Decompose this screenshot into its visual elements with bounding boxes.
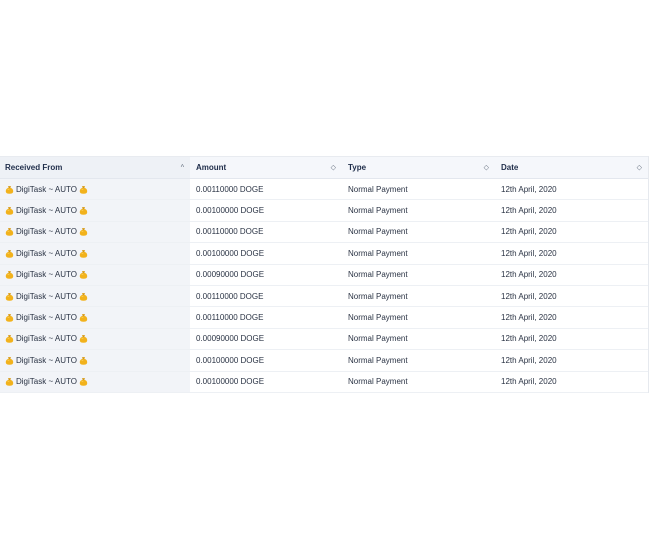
cell-type: Normal Payment xyxy=(342,264,495,286)
money-bag-icon xyxy=(5,206,14,215)
money-bag-icon xyxy=(5,227,14,237)
sort-updown-icon[interactable]: ◇ xyxy=(484,164,489,171)
cell-date: 12th April, 2020 xyxy=(495,264,648,286)
cell-amount: 0.00100000 DOGE xyxy=(190,349,342,372)
sender-name: DigiTask ~ AUTO xyxy=(16,355,77,365)
column-header-received-from[interactable]: Received From ^ xyxy=(0,156,190,179)
cell-date: 12th April, 2020 xyxy=(495,285,648,308)
cell-type: Normal Payment xyxy=(342,328,495,351)
cell-received-from: DigiTask ~ AUTO xyxy=(0,371,190,393)
sender-name: DigiTask ~ AUTO xyxy=(16,270,77,280)
money-bag-icon xyxy=(79,249,88,258)
sender-name: DigiTask ~ AUTO xyxy=(16,227,77,237)
cell-date: 12th April, 2020 xyxy=(495,221,648,244)
column-header-label: Type xyxy=(348,163,367,172)
sender-name: DigiTask ~ AUTO xyxy=(16,334,77,344)
sender-name: DigiTask ~ AUTO xyxy=(16,313,77,323)
money-bag-icon xyxy=(79,292,88,301)
cell-amount: 0.00100000 DOGE xyxy=(190,242,342,265)
table-row[interactable]: DigiTask ~ AUTO 0.00100000 DOGE Normal Pay… xyxy=(0,349,648,372)
table-row[interactable]: DigiTask ~ AUTO 0.00110000 DOGE Normal Pay… xyxy=(0,306,648,329)
money-bag-icon xyxy=(5,249,14,258)
cell-received-from: DigiTask ~ AUTO xyxy=(0,306,190,329)
sender-name: DigiTask ~ AUTO xyxy=(16,206,77,216)
cell-date: 12th April, 2020 xyxy=(495,349,648,372)
money-bag-icon xyxy=(5,334,14,344)
cell-type: Normal Payment xyxy=(342,199,495,222)
cell-received-from: DigiTask ~ AUTO xyxy=(0,328,190,351)
column-header-label: Amount xyxy=(196,163,227,172)
cell-date: 12th April, 2020 xyxy=(495,242,648,265)
cell-received-from: DigiTask ~ AUTO xyxy=(0,285,190,308)
column-header-date[interactable]: Date ◇ xyxy=(495,156,648,179)
sender-name: DigiTask ~ AUTO xyxy=(16,377,77,387)
cell-type: Normal Payment xyxy=(342,285,495,308)
cell-type: Normal Payment xyxy=(342,242,495,265)
table-row[interactable]: DigiTask ~ AUTO 0.00110000 DOGE Normal Pay… xyxy=(0,285,648,308)
money-bag-icon xyxy=(5,356,14,365)
cell-type: Normal Payment xyxy=(342,306,495,329)
column-header-type[interactable]: Type ◇ xyxy=(342,156,495,179)
table-row[interactable]: DigiTask ~ AUTO 0.00090000 DOGE Normal Pay… xyxy=(0,264,648,286)
column-header-amount[interactable]: Amount ◇ xyxy=(190,156,342,179)
money-bag-icon xyxy=(79,356,88,365)
cell-date: 12th April, 2020 xyxy=(495,178,648,201)
cell-received-from: DigiTask ~ AUTO xyxy=(0,178,190,201)
cell-date: 12th April, 2020 xyxy=(495,371,648,393)
cell-date: 12th April, 2020 xyxy=(495,306,648,329)
cell-received-from: DigiTask ~ AUTO xyxy=(0,199,190,222)
cell-type: Normal Payment xyxy=(342,221,495,244)
cell-amount: 0.00090000 DOGE xyxy=(190,264,342,286)
column-header-label: Received From xyxy=(5,163,63,172)
cell-amount: 0.00100000 DOGE xyxy=(190,371,342,393)
cell-received-from: DigiTask ~ AUTO xyxy=(0,349,190,372)
money-bag-icon xyxy=(79,334,88,344)
money-bag-icon xyxy=(79,313,88,322)
money-bag-icon xyxy=(79,377,88,386)
chevron-up-icon[interactable]: ^ xyxy=(181,164,184,171)
table-row[interactable]: DigiTask ~ AUTO 0.00090000 DOGE Normal Pay… xyxy=(0,328,648,351)
sort-updown-icon[interactable]: ◇ xyxy=(331,164,336,171)
cell-amount: 0.00110000 DOGE xyxy=(190,306,342,329)
table-body: DigiTask ~ AUTO 0.00110000 DOGE Normal Pay… xyxy=(0,178,648,393)
payments-table: Received From ^ Amount ◇ Type ◇ Date ◇ D… xyxy=(0,156,648,393)
money-bag-icon xyxy=(79,206,88,215)
cell-amount: 0.00110000 DOGE xyxy=(190,285,342,308)
table-row[interactable]: DigiTask ~ AUTO 0.00110000 DOGE Normal Pay… xyxy=(0,221,648,244)
money-bag-icon xyxy=(5,377,14,386)
cell-amount: 0.00110000 DOGE xyxy=(190,221,342,244)
cell-date: 12th April, 2020 xyxy=(495,199,648,222)
sender-name: DigiTask ~ AUTO xyxy=(16,248,77,258)
cell-amount: 0.00110000 DOGE xyxy=(190,178,342,201)
money-bag-icon xyxy=(5,292,14,301)
table-row[interactable]: DigiTask ~ AUTO 0.00100000 DOGE Normal Pay… xyxy=(0,199,648,222)
cell-type: Normal Payment xyxy=(342,371,495,393)
cell-received-from: DigiTask ~ AUTO xyxy=(0,242,190,265)
money-bag-icon xyxy=(5,185,14,194)
cell-received-from: DigiTask ~ AUTO xyxy=(0,221,190,244)
cell-received-from: DigiTask ~ AUTO xyxy=(0,264,190,286)
money-bag-icon xyxy=(5,270,14,279)
column-header-label: Date xyxy=(501,163,519,172)
table-row[interactable]: DigiTask ~ AUTO 0.00110000 DOGE Normal Pay… xyxy=(0,178,648,201)
table-header-row: Received From ^ Amount ◇ Type ◇ Date ◇ xyxy=(0,156,648,179)
money-bag-icon xyxy=(79,227,88,237)
table-row[interactable]: DigiTask ~ AUTO 0.00100000 DOGE Normal Pay… xyxy=(0,242,648,265)
cell-amount: 0.00100000 DOGE xyxy=(190,199,342,222)
sender-name: DigiTask ~ AUTO xyxy=(16,291,77,301)
sender-name: DigiTask ~ AUTO xyxy=(16,184,77,194)
cell-type: Normal Payment xyxy=(342,178,495,201)
cell-type: Normal Payment xyxy=(342,349,495,372)
money-bag-icon xyxy=(5,313,14,322)
cell-date: 12th April, 2020 xyxy=(495,328,648,351)
sort-updown-icon[interactable]: ◇ xyxy=(637,164,642,171)
table-row[interactable]: DigiTask ~ AUTO 0.00100000 DOGE Normal Pay… xyxy=(0,371,648,393)
payments-table-container: Received From ^ Amount ◇ Type ◇ Date ◇ D… xyxy=(0,156,649,393)
money-bag-icon xyxy=(79,185,88,194)
cell-amount: 0.00090000 DOGE xyxy=(190,328,342,351)
money-bag-icon xyxy=(79,270,88,279)
